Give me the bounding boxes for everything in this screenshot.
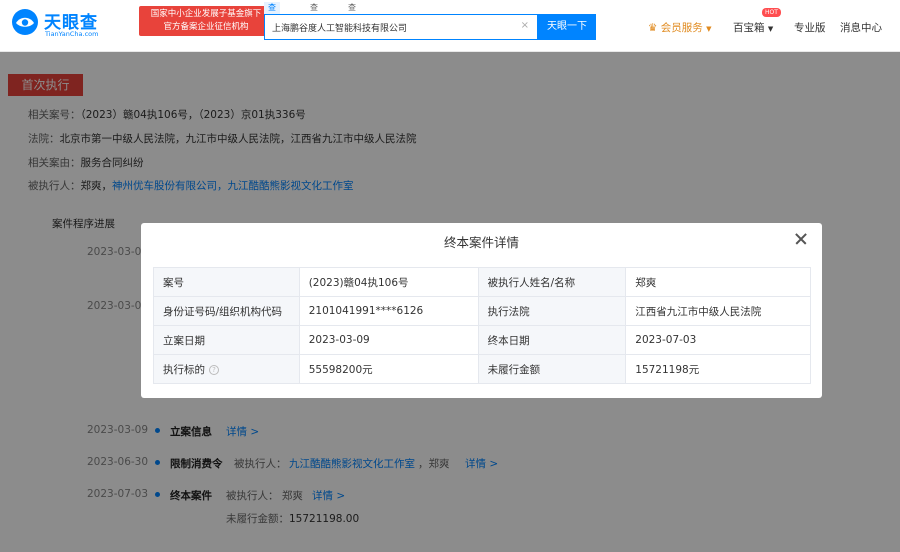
close-icon[interactable] bbox=[792, 229, 812, 249]
search-input[interactable]: 上海鹏谷度人工智能科技有限公司 × bbox=[264, 14, 538, 40]
chevron-down-icon: ▼ bbox=[767, 25, 774, 33]
hot-badge: HOT bbox=[762, 8, 781, 17]
tianyancha-logo[interactable]: 天眼查 TianYanCha.com bbox=[10, 5, 134, 41]
help-icon[interactable]: ? bbox=[209, 364, 219, 375]
message-center-link[interactable]: 消息中心 bbox=[840, 20, 882, 35]
modal-title: 终本案件详情 bbox=[443, 235, 519, 250]
table-row: 立案日期 2023-03-09 终本日期 2023-07-03 bbox=[153, 325, 811, 355]
row-value: 55598200元 bbox=[298, 354, 479, 384]
row-value: 2023-07-03 bbox=[625, 325, 811, 355]
case-detail-table: 案号 (2023)赣04执106号 被执行人姓名/名称 郑爽 身份证号码/组织机… bbox=[153, 267, 811, 384]
row-value: (2023)赣04执106号 bbox=[298, 267, 479, 297]
top-header: 天眼查 TianYanCha.com 国家中小企业发展子基金旗下 官方备案企业征… bbox=[0, 0, 900, 52]
row-label: 执行法院 bbox=[477, 296, 627, 326]
case-detail-modal: 终本案件详情 案号 (2023)赣04执106号 被执行人姓名/名称 郑爽 身份… bbox=[141, 223, 822, 398]
table-row: 案号 (2023)赣04执106号 被执行人姓名/名称 郑爽 bbox=[153, 267, 811, 297]
row-label: 身份证号码/组织机构代码 bbox=[153, 296, 300, 326]
row-label-cell: 执行标的? bbox=[153, 354, 300, 384]
search-value: 上海鹏谷度人工智能科技有限公司 bbox=[272, 24, 408, 34]
row-label: 终本日期 bbox=[477, 325, 627, 355]
row-label: 未履行金额 bbox=[477, 354, 627, 384]
row-value: 江西省九江市中级人民法院 bbox=[625, 296, 811, 326]
crown-icon: ♛ bbox=[648, 22, 658, 34]
badge-line-2: 官方备案企业征信机构 bbox=[163, 22, 249, 32]
row-label: 执行标的 bbox=[163, 363, 205, 376]
row-value: 2101041991****6126 bbox=[298, 296, 479, 326]
chevron-down-icon: ▼ bbox=[706, 25, 712, 33]
row-label: 被执行人姓名/名称 bbox=[477, 267, 627, 297]
treasure-box-menu[interactable]: 百宝箱 ▼ bbox=[733, 20, 773, 35]
badge-line-1: 国家中小企业发展子基金旗下 bbox=[150, 9, 262, 19]
vip-label: 会员服务 bbox=[660, 22, 703, 34]
logo-eye-icon bbox=[12, 9, 38, 35]
row-value: 郑爽 bbox=[625, 267, 811, 297]
official-badge[interactable]: 国家中小企业发展子基金旗下 官方备案企业征信机构 bbox=[139, 6, 273, 36]
treasure-box-label: 百宝箱 bbox=[733, 22, 765, 34]
pro-version-link[interactable]: 专业版 bbox=[794, 20, 826, 35]
table-row: 执行标的? 55598200元 未履行金额 15721198元 bbox=[153, 354, 811, 384]
row-label: 立案日期 bbox=[153, 325, 300, 355]
vip-service-menu[interactable]: ♛ 会员服务 ▼ bbox=[648, 20, 712, 35]
logo-domain: TianYanCha.com bbox=[45, 30, 99, 38]
row-value: 15721198元 bbox=[625, 354, 811, 384]
search-button[interactable]: 天眼一下 bbox=[538, 14, 596, 40]
clear-icon[interactable]: × bbox=[521, 20, 529, 31]
row-value: 2023-03-09 bbox=[298, 325, 479, 355]
table-row: 身份证号码/组织机构代码 2101041991****6126 执行法院 江西省… bbox=[153, 296, 811, 326]
row-label: 案号 bbox=[153, 267, 300, 297]
